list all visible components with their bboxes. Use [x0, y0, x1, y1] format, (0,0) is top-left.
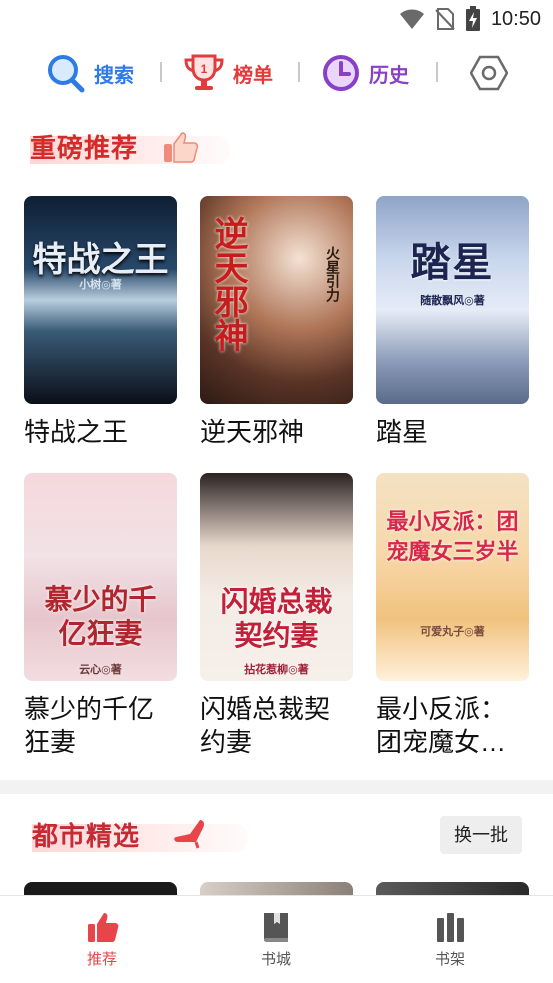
book-card-5[interactable]: 闪婚总裁契约妻 拈花惹柳◎著 闪婚总裁契约妻: [200, 473, 353, 759]
book-cover-author: 拈花惹柳◎著: [244, 663, 309, 676]
book-cover: 慕少的千亿狂妻 云心◎著: [24, 473, 177, 681]
tab-recommend-label: 推荐: [86, 951, 117, 968]
top-nav: 搜索 1 榜单 历史: [0, 48, 553, 98]
nav-separator: [160, 62, 162, 82]
book-cover: 最小反派：团宠魔女三岁半 可爱丸子◎著: [376, 473, 529, 681]
book-card-3[interactable]: 踏星 随散飘风◎著 踏星: [376, 196, 529, 449]
section-divider: [0, 780, 553, 794]
nav-search-label: 搜索: [94, 62, 134, 87]
book-cover: 闪婚总裁契约妻 拈花惹柳◎著: [200, 473, 353, 681]
book-title: 慕少的千亿狂妻: [24, 694, 155, 757]
no-sim-icon: [435, 8, 455, 30]
book-cover-peek[interactable]: [200, 882, 353, 896]
book-cover: 特战之王 小树◎著: [24, 196, 177, 404]
nav-history-button[interactable]: 历史: [321, 48, 409, 98]
svg-text:1: 1: [201, 62, 208, 76]
nav-history-label: 历史: [369, 62, 409, 87]
book-cover-peek[interactable]: [376, 882, 529, 896]
bookshelf-icon: [437, 913, 464, 942]
trophy-icon: 1: [184, 54, 224, 90]
book-title: 踏星: [376, 417, 429, 447]
book-cover-author: 小树◎著: [79, 278, 122, 291]
wifi-icon: [399, 9, 424, 29]
tab-bookshelf-label: 书架: [434, 951, 465, 968]
thumbs-up-icon: [88, 913, 119, 942]
urban-section-header: 都市精选: [32, 816, 272, 860]
clock-icon: [323, 55, 359, 91]
book-cover-title: 最小反派：团宠魔女三岁半: [386, 509, 519, 565]
book-cover-title: 特战之王: [32, 240, 169, 280]
status-bar: 10:50: [0, 0, 553, 40]
high-heel-icon: [174, 820, 204, 849]
featured-section-header: 重磅推荐: [30, 128, 270, 172]
book-card-2[interactable]: 逆天邪神 火星引力 逆天邪神: [200, 196, 353, 449]
settings-button[interactable]: [470, 48, 508, 98]
search-icon: [48, 55, 85, 93]
status-icons: 10:50: [399, 6, 541, 32]
book-icon: [264, 913, 288, 942]
book-cover-author: 随散飘风◎著: [420, 294, 485, 307]
bottom-tab-bar: 推荐 书城 书架: [0, 895, 553, 983]
book-cover-title: 闪婚总裁契约妻: [220, 585, 333, 652]
urban-section-title: 都市精选: [32, 822, 141, 852]
book-cover: 踏星 随散飘风◎著: [376, 196, 529, 404]
book-title: 闪婚总裁契约妻: [200, 694, 331, 757]
nav-search-button[interactable]: 搜索: [46, 48, 134, 98]
book-card-1[interactable]: 特战之王 小树◎著 特战之王: [24, 196, 177, 449]
refresh-batch-button[interactable]: 换一批: [440, 816, 522, 854]
featured-section-title: 重磅推荐: [30, 134, 139, 164]
book-cover-title: 慕少的千亿狂妻: [44, 583, 157, 650]
status-time: 10:50: [490, 7, 541, 30]
book-cover-title: 踏星: [410, 239, 495, 286]
tab-bookshelf[interactable]: 书架: [390, 896, 510, 983]
book-card-6[interactable]: 最小反派：团宠魔女三岁半 可爱丸子◎著 最小反派：团宠魔女三岁半: [376, 473, 529, 759]
book-cover: 逆天邪神 火星引力: [200, 196, 353, 404]
book-cover-author: 可爱丸子◎著: [420, 625, 485, 638]
tab-recommend[interactable]: 推荐: [42, 896, 162, 983]
book-cover-title: 逆天邪神: [208, 216, 248, 352]
book-title: 逆天邪神: [200, 417, 305, 447]
tab-bookstore-label: 书城: [260, 951, 291, 968]
book-cover-author: 火星引力: [324, 246, 340, 302]
book-cover-peek[interactable]: [24, 882, 177, 896]
nav-ranking-label: 榜单: [233, 62, 273, 87]
battery-charging-icon: [465, 6, 480, 31]
nav-separator: [298, 62, 300, 82]
tab-bookstore[interactable]: 书城: [216, 896, 336, 983]
book-card-4[interactable]: 慕少的千亿狂妻 云心◎著 慕少的千亿狂妻: [24, 473, 177, 759]
settings-hexagon-icon: [470, 55, 508, 91]
nav-separator: [436, 62, 438, 82]
nav-ranking-button[interactable]: 1 榜单: [183, 48, 273, 98]
book-title: 最小反派：团宠魔女三岁半: [376, 694, 507, 757]
thumbs-up-sticker-icon: [164, 132, 199, 163]
book-title: 特战之王: [24, 417, 129, 447]
book-cover-author: 云心◎著: [79, 663, 122, 676]
